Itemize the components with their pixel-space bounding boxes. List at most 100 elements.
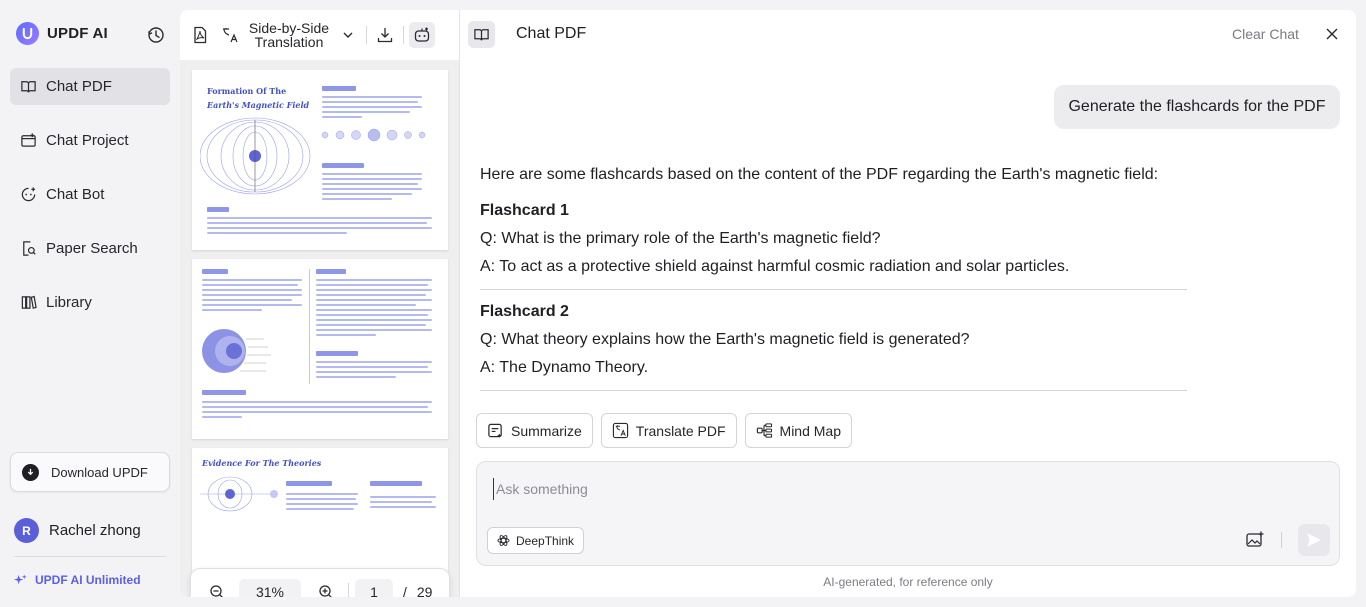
sidebar-item-label: Chat Project xyxy=(46,132,129,149)
clear-chat-button[interactable]: Clear Chat xyxy=(1232,26,1299,42)
text-line xyxy=(286,493,358,495)
text-line xyxy=(316,279,432,281)
text-line xyxy=(322,106,422,108)
zoom-in-icon[interactable] xyxy=(314,580,338,597)
text-line xyxy=(322,188,422,190)
translate-icon xyxy=(612,422,628,439)
sidebar-item-chat-pdf[interactable]: Chat PDF xyxy=(10,68,170,105)
send-button[interactable] xyxy=(1298,524,1330,556)
sidebar-item-chat-project[interactable]: Chat Project xyxy=(10,122,170,159)
text-line xyxy=(202,406,428,408)
section-tag xyxy=(202,269,228,274)
pdf-page-2[interactable] xyxy=(192,259,448,439)
divider xyxy=(480,289,1187,290)
page-number-input[interactable]: 1 xyxy=(355,579,393,597)
text-line xyxy=(322,198,392,200)
close-icon[interactable] xyxy=(1324,26,1340,42)
text-line xyxy=(207,217,432,219)
zoom-level[interactable]: 31% xyxy=(239,579,301,597)
text-line xyxy=(316,304,416,306)
column-divider xyxy=(309,269,310,384)
pdf-toolbar: Side-by-Side Translation xyxy=(180,10,459,60)
user-profile[interactable]: R Rachel zhong xyxy=(14,518,141,543)
flashcard-heading: Flashcard 2 xyxy=(480,303,569,320)
history-icon[interactable] xyxy=(146,25,166,45)
translate-icon[interactable] xyxy=(218,23,242,47)
pdf-thumbnails[interactable]: Formation Of The Earth's Magnetic Field xyxy=(180,60,459,597)
mind-map-label: Mind Map xyxy=(779,422,841,439)
text-line xyxy=(316,376,396,378)
text-line xyxy=(286,498,356,500)
section-tag xyxy=(286,481,332,486)
page-title: Formation Of The xyxy=(207,86,287,96)
send-icon xyxy=(1307,533,1321,547)
translation-mode-select[interactable]: Side-by-Side Translation xyxy=(242,21,336,49)
pdf-file-icon[interactable] xyxy=(188,23,212,47)
pdf-page-1[interactable]: Formation Of The Earth's Magnetic Field xyxy=(192,70,448,250)
summarize-button[interactable]: Summarize xyxy=(476,413,593,448)
chat-bot-icon xyxy=(21,187,36,202)
text-line xyxy=(370,501,432,503)
text-line xyxy=(316,329,432,331)
text-line xyxy=(322,116,362,118)
download-icon[interactable] xyxy=(373,23,397,47)
chat-input-box: DeepThink xyxy=(476,461,1340,566)
download-updf-button[interactable]: Download UPDF xyxy=(10,452,170,492)
planets-graphic xyxy=(321,128,426,142)
sidebar-item-paper-search[interactable]: Paper Search xyxy=(10,230,170,267)
flashcard-answer: A: The Dynamo Theory. xyxy=(480,359,649,376)
library-icon xyxy=(21,295,37,309)
magnetic-field-diagram xyxy=(200,117,311,195)
text-line xyxy=(207,222,427,224)
text-line xyxy=(202,416,242,418)
text-line xyxy=(322,183,418,185)
text-line xyxy=(322,178,422,180)
pdf-panel: Side-by-Side Translation Formation Of Th… xyxy=(180,10,460,597)
mind-map-button[interactable]: Mind Map xyxy=(744,413,852,448)
book-icon[interactable] xyxy=(468,21,495,48)
page-title: Evidence For The Theories xyxy=(202,458,322,468)
flashcard-question: Q: What theory explains how the Earth's … xyxy=(480,331,970,348)
text-line xyxy=(316,366,428,368)
section-tag xyxy=(322,163,364,168)
deepthink-label: DeepThink xyxy=(516,533,575,548)
ai-assistant-icon[interactable] xyxy=(409,22,435,48)
brand[interactable]: UPDF AI xyxy=(16,22,108,45)
text-line xyxy=(202,279,302,281)
download-icon xyxy=(22,463,39,481)
text-line xyxy=(322,173,422,175)
text-line xyxy=(316,299,432,301)
page-separator: / xyxy=(403,584,407,597)
summarize-icon xyxy=(488,423,502,438)
text-line xyxy=(316,371,432,373)
user-name: Rachel zhong xyxy=(49,522,141,539)
image-upload-icon[interactable] xyxy=(1245,530,1265,550)
zoom-out-icon[interactable] xyxy=(205,580,229,597)
translate-pdf-button[interactable]: Translate PDF xyxy=(600,413,737,448)
sidebar-item-library[interactable]: Library xyxy=(10,284,170,321)
section-tag xyxy=(322,86,356,91)
text-line xyxy=(286,503,358,505)
avatar: R xyxy=(14,518,39,543)
summarize-label: Summarize xyxy=(511,422,582,439)
book-open-icon xyxy=(21,81,36,93)
user-message: Generate the flashcards for the PDF xyxy=(1054,85,1340,129)
toolbar-divider xyxy=(403,26,404,44)
text-line xyxy=(316,309,432,311)
ask-input[interactable] xyxy=(493,478,1093,500)
plan-link[interactable]: UPDF AI Unlimited xyxy=(14,573,141,587)
text-line xyxy=(316,361,432,363)
deepthink-toggle[interactable]: DeepThink xyxy=(487,527,585,554)
brand-name: UPDF AI xyxy=(47,25,108,42)
text-line xyxy=(202,284,298,286)
text-line xyxy=(202,309,262,311)
sidebar-item-chat-bot[interactable]: Chat Bot xyxy=(10,176,170,213)
flashcard-heading: Flashcard 1 xyxy=(480,202,569,219)
disclaimer: AI-generated, for reference only xyxy=(823,575,993,589)
translate-pdf-label: Translate PDF xyxy=(635,422,726,439)
chevron-down-icon[interactable] xyxy=(336,23,360,47)
section-tag xyxy=(207,207,229,212)
chat-header: Chat PDF Clear Chat xyxy=(460,10,1356,58)
text-line xyxy=(207,232,347,234)
flashcard-question: Q: What is the primary role of the Earth… xyxy=(480,230,881,247)
